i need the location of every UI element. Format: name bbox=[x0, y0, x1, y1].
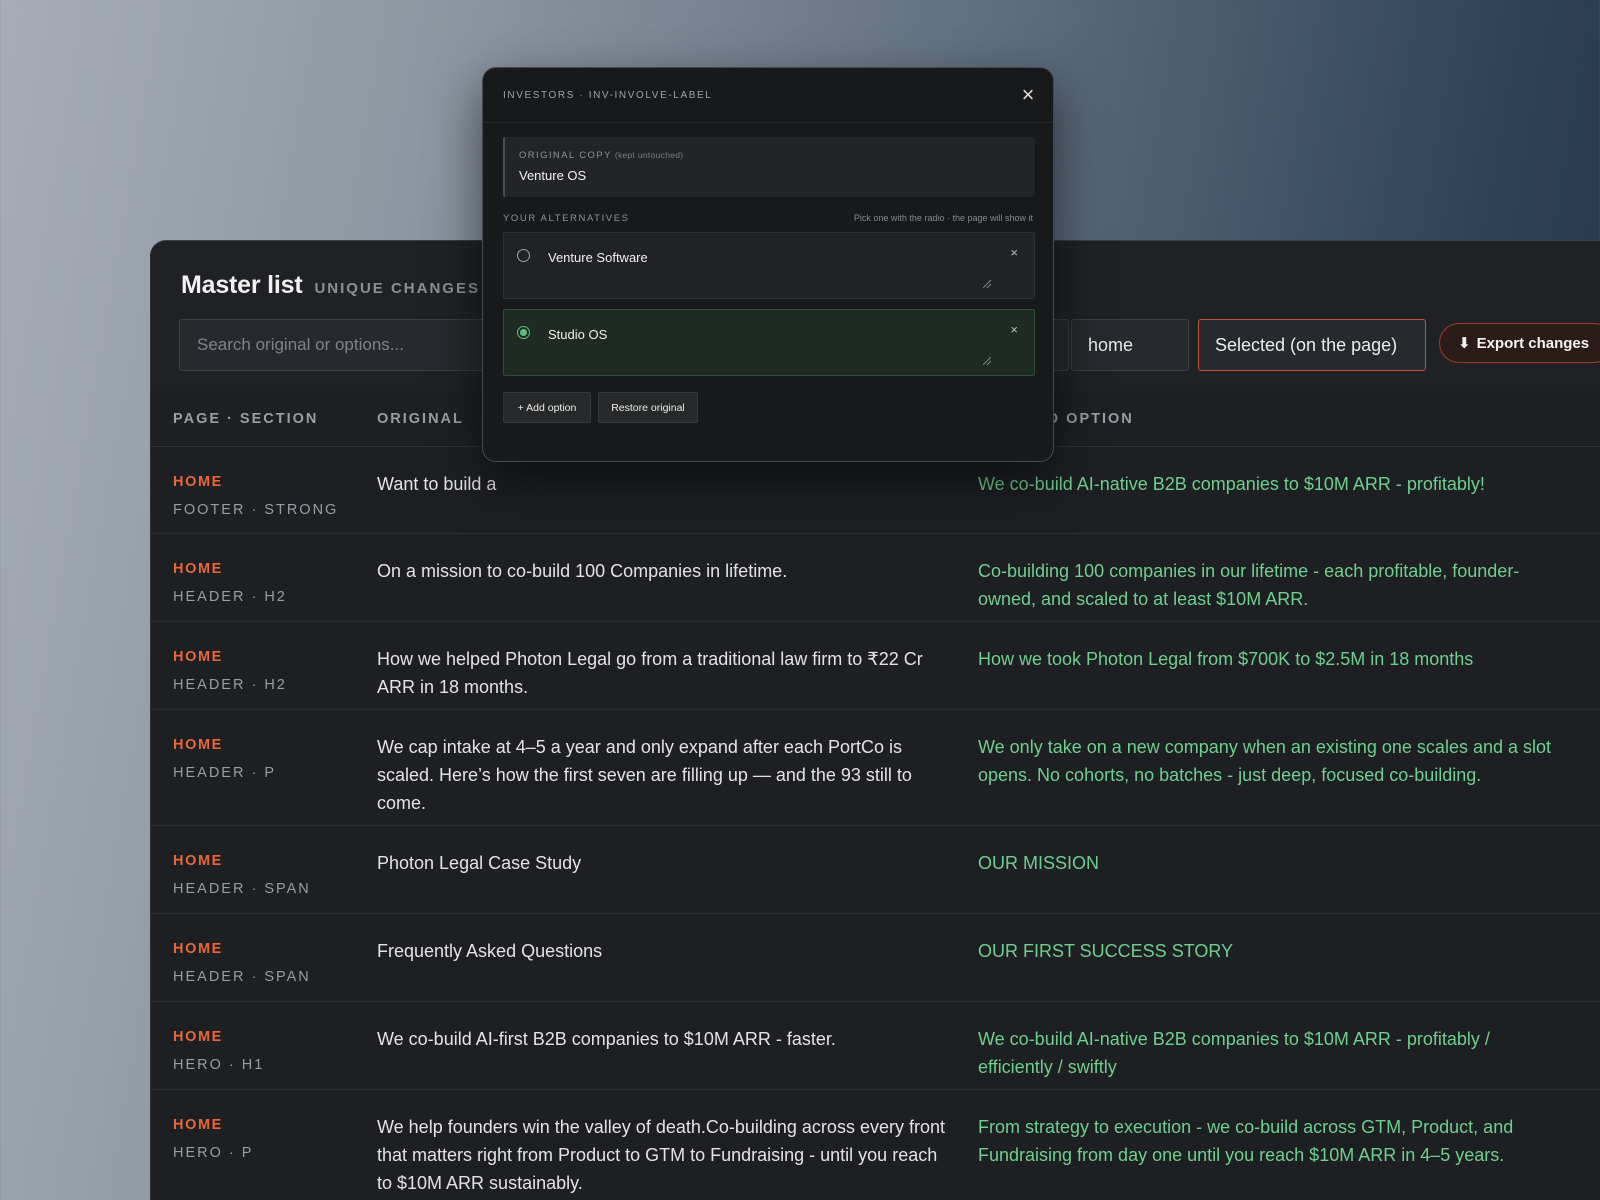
edit-alternatives-modal: INVESTORS · INV-INVOLVE-LABEL × ORIGINAL… bbox=[482, 67, 1054, 462]
original-copy-note: (kept untouched) bbox=[614, 150, 684, 160]
mode-filter-select[interactable]: Selected (on the page) bbox=[1198, 319, 1426, 371]
download-arrow-icon: ⬇ bbox=[1458, 335, 1471, 352]
row-selected-option: Co-building 100 companies in our lifetim… bbox=[978, 561, 1520, 609]
alternative-radio-checked[interactable] bbox=[517, 326, 530, 339]
row-original: Frequently Asked Questions bbox=[377, 941, 603, 961]
export-label: Export changes bbox=[1476, 334, 1590, 352]
add-option-button[interactable]: + Add option bbox=[503, 392, 591, 423]
row-selected-option: We only take on a new company when an ex… bbox=[978, 737, 1552, 785]
column-header-original: ORIGINAL bbox=[377, 410, 464, 427]
original-copy-label-text: ORIGINAL COPY bbox=[519, 150, 612, 161]
row-page: HOME bbox=[173, 1117, 223, 1133]
row-original: We help founders win the valley of death… bbox=[377, 1117, 945, 1193]
row-section: HEADER · SPAN bbox=[173, 881, 311, 897]
row-selected-option: How we took Photon Legal from $700K to $… bbox=[978, 649, 1474, 669]
alternative-radio[interactable] bbox=[517, 249, 530, 262]
row-original: We cap intake at 4–5 a year and only exp… bbox=[377, 737, 912, 813]
search-input[interactable] bbox=[179, 319, 509, 371]
row-section: HEADER · P bbox=[173, 765, 276, 781]
row-section: HEADER · SPAN bbox=[173, 969, 311, 985]
row-original: Photon Legal Case Study bbox=[377, 853, 582, 873]
alternatives-hint: Pick one with the radio · the page will … bbox=[853, 213, 1033, 223]
row-selected-option: We co-build AI-native B2B companies to $… bbox=[978, 474, 1485, 494]
row-section: HEADER · H2 bbox=[173, 677, 287, 693]
table-row[interactable]: HOME HEADER · SPAN Frequently Asked Ques… bbox=[151, 914, 1600, 1002]
row-original: On a mission to co-build 100 Companies i… bbox=[377, 561, 788, 581]
export-changes-button[interactable]: ⬇ Export changes bbox=[1439, 323, 1600, 363]
modal-breadcrumb: INVESTORS · INV-INVOLVE-LABEL bbox=[503, 90, 713, 101]
row-page: HOME bbox=[173, 474, 223, 490]
table-row[interactable]: HOME HEADER · H2 How we helped Photon Le… bbox=[151, 622, 1600, 710]
alternatives-label: YOUR ALTERNATIVES bbox=[503, 213, 630, 224]
row-page: HOME bbox=[173, 737, 223, 753]
alternative-option-selected[interactable]: Studio OS × bbox=[503, 309, 1035, 376]
row-section: HERO · P bbox=[173, 1145, 254, 1161]
row-page: HOME bbox=[173, 941, 223, 957]
remove-option-icon[interactable]: × bbox=[1010, 322, 1018, 337]
original-copy-value: Venture OS bbox=[519, 168, 587, 183]
alternative-option[interactable]: Venture Software × bbox=[503, 232, 1035, 299]
row-selected-option: We co-build AI-native B2B companies to $… bbox=[978, 1029, 1490, 1077]
row-page: HOME bbox=[173, 1029, 223, 1045]
title-row: Master list UNIQUE CHANGES O bbox=[181, 271, 500, 300]
row-section: HERO · H1 bbox=[173, 1057, 265, 1073]
table-row[interactable]: HOME HEADER · P We cap intake at 4–5 a y… bbox=[151, 710, 1600, 826]
alternative-text[interactable]: Studio OS bbox=[548, 327, 607, 342]
original-copy-box: ORIGINAL COPY (kept untouched) Venture OS bbox=[503, 137, 1035, 197]
resize-handle-icon[interactable] bbox=[983, 357, 991, 365]
table-row[interactable]: HOME HEADER · SPAN Photon Legal Case Stu… bbox=[151, 826, 1600, 914]
page-filter-select[interactable]: home bbox=[1071, 319, 1189, 371]
column-header-page-section: PAGE · SECTION bbox=[173, 410, 319, 427]
table-row[interactable]: HOME HERO · H1 We co-build AI-first B2B … bbox=[151, 1002, 1600, 1090]
resize-handle-icon[interactable] bbox=[983, 280, 991, 288]
row-selected-option: OUR FIRST SUCCESS STORY bbox=[978, 941, 1234, 961]
table-row[interactable]: HOME HEADER · H2 On a mission to co-buil… bbox=[151, 534, 1600, 622]
row-page: HOME bbox=[173, 561, 223, 577]
page-subtitle: UNIQUE CHANGES O bbox=[314, 280, 500, 297]
row-selected-option: OUR MISSION bbox=[978, 853, 1100, 873]
row-section: HEADER · H2 bbox=[173, 589, 287, 605]
remove-option-icon[interactable]: × bbox=[1010, 245, 1018, 260]
original-copy-label: ORIGINAL COPY (kept untouched) bbox=[519, 150, 683, 161]
table-row[interactable]: HOME HERO · P We help founders win the v… bbox=[151, 1090, 1600, 1200]
row-original: Want to build a bbox=[377, 474, 497, 494]
row-selected-option: From strategy to execution - we co-build… bbox=[978, 1117, 1514, 1165]
restore-original-button[interactable]: Restore original bbox=[598, 392, 698, 423]
row-page: HOME bbox=[173, 853, 223, 869]
close-icon[interactable]: × bbox=[1015, 82, 1041, 108]
row-original: How we helped Photon Legal go from a tra… bbox=[377, 649, 923, 697]
page-title: Master list bbox=[181, 271, 303, 299]
row-page: HOME bbox=[173, 649, 223, 665]
table-body: HOME FOOTER · STRONG Want to build a We … bbox=[151, 447, 1600, 1200]
modal-divider bbox=[483, 122, 1053, 123]
row-original: We co-build AI-first B2B companies to $1… bbox=[377, 1029, 836, 1049]
row-section: FOOTER · STRONG bbox=[173, 502, 339, 518]
alternative-text[interactable]: Venture Software bbox=[548, 250, 648, 265]
